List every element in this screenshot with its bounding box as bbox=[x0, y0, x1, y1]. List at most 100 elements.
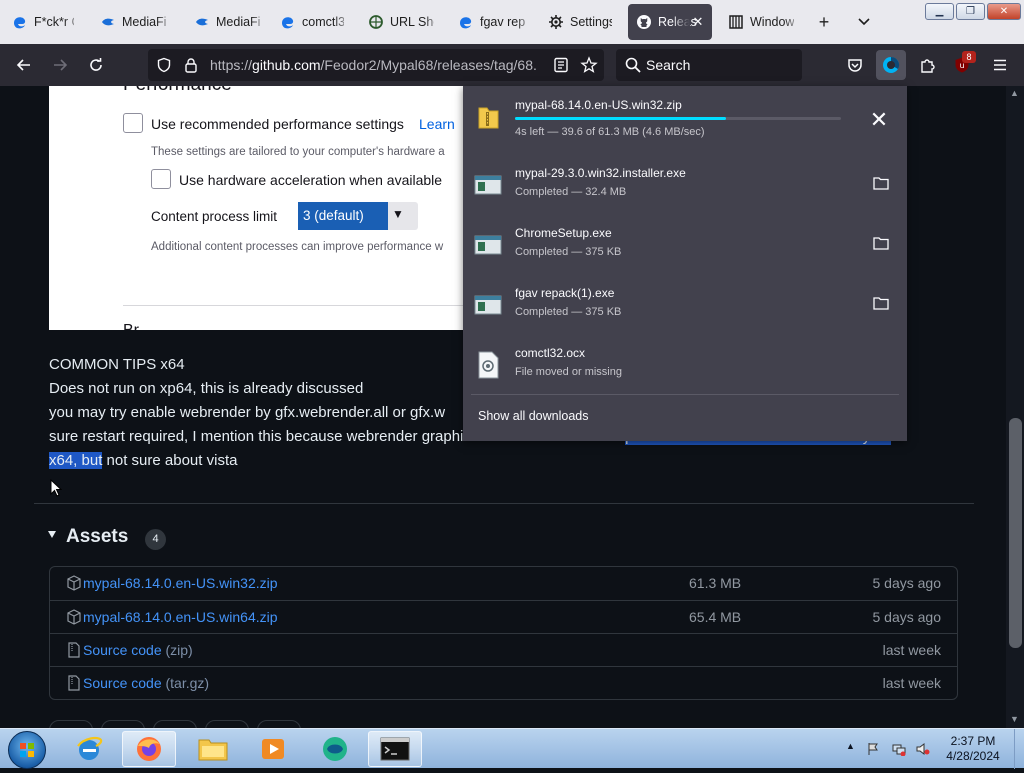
url-scheme: https:// bbox=[210, 57, 253, 73]
new-tab-button[interactable]: + bbox=[812, 10, 836, 34]
minimize-button[interactable]: ▁ bbox=[925, 3, 954, 20]
list-all-tabs-button[interactable] bbox=[852, 10, 876, 34]
content-process-label: Content process limit bbox=[151, 209, 278, 224]
start-button[interactable] bbox=[8, 731, 46, 769]
downloads-button[interactable] bbox=[876, 50, 906, 80]
scroll-up-icon[interactable]: ▲ bbox=[1010, 88, 1019, 98]
pocket-icon bbox=[848, 59, 862, 72]
close-window-button[interactable]: ✕ bbox=[987, 3, 1021, 20]
url-host: github.com bbox=[252, 57, 321, 73]
asset-link[interactable]: mypal-68.14.0.en-US.win64.zip bbox=[83, 609, 278, 625]
minimize-icon: ▁ bbox=[935, 6, 944, 17]
reaction-button[interactable] bbox=[49, 720, 93, 728]
shield-icon[interactable] bbox=[156, 57, 172, 73]
additional-note: Additional content processes can improve… bbox=[151, 241, 444, 253]
internet-explorer-icon bbox=[77, 736, 103, 760]
taskbar-media-player[interactable] bbox=[246, 731, 300, 767]
tray-expand-icon[interactable]: ▲ bbox=[846, 741, 855, 751]
file-zip-icon bbox=[68, 642, 80, 658]
download-item[interactable]: mypal-29.3.0.win32.installer.exe Complet… bbox=[463, 154, 907, 214]
folder-icon[interactable] bbox=[873, 236, 889, 250]
download-item[interactable]: ChromeSetup.exe Completed — 375 KB bbox=[463, 214, 907, 274]
app-menu-button[interactable] bbox=[988, 53, 1012, 77]
asset-name[interactable]: Source code bbox=[83, 642, 162, 658]
reaction-button[interactable] bbox=[153, 720, 197, 728]
folder-icon[interactable] bbox=[873, 176, 889, 190]
taskbar-firefox[interactable] bbox=[122, 731, 176, 767]
asset-name[interactable]: mypal-68.14.0.en-US.win32.zip bbox=[83, 575, 278, 591]
download-item[interactable]: comctl32.ocx File moved or missing bbox=[463, 334, 907, 394]
tab-6[interactable]: fgav rep bbox=[450, 4, 534, 40]
performance-heading: Performance bbox=[123, 86, 232, 96]
firefox-icon bbox=[137, 737, 161, 761]
reader-view-icon[interactable] bbox=[553, 57, 569, 73]
restore-icon: ❐ bbox=[966, 6, 975, 17]
asset-name[interactable]: mypal-68.14.0.en-US.win64.zip bbox=[83, 609, 278, 625]
search-bar[interactable]: Search bbox=[616, 49, 802, 81]
tab-3[interactable]: MediaFir bbox=[186, 4, 268, 40]
taskbar-cmd[interactable] bbox=[368, 731, 422, 767]
tab-5[interactable]: URL Sho bbox=[360, 4, 442, 40]
scroll-down-icon[interactable]: ▼ bbox=[1010, 714, 1019, 724]
collapse-triangle-icon[interactable] bbox=[48, 531, 56, 538]
asset-row: mypal-68.14.0.en-US.win32.zip 61.3 MB 5 … bbox=[50, 567, 957, 600]
reaction-button[interactable] bbox=[257, 720, 301, 728]
system-clock[interactable]: 2:37 PM 4/28/2024 bbox=[938, 734, 1008, 764]
extensions-button[interactable] bbox=[916, 53, 940, 77]
network-icon[interactable] bbox=[892, 742, 906, 756]
action-center-flag-icon[interactable] bbox=[866, 742, 880, 756]
tab-releases[interactable]: Releas ✕ bbox=[628, 4, 712, 40]
reaction-button[interactable] bbox=[101, 720, 145, 728]
tab-2[interactable]: MediaFi bbox=[92, 4, 174, 40]
asset-link[interactable]: Source code (zip) bbox=[83, 642, 193, 658]
forward-button[interactable] bbox=[48, 53, 72, 77]
url-path: /Feodor2/Mypal68/releases/tag/68. bbox=[320, 57, 537, 73]
volume-muted-icon[interactable] bbox=[916, 742, 930, 756]
back-button[interactable] bbox=[12, 53, 36, 77]
zip-folder-icon bbox=[478, 107, 499, 129]
search-icon bbox=[625, 57, 641, 73]
asset-link[interactable]: Source code (tar.gz) bbox=[83, 675, 209, 691]
url-bar[interactable]: https://github.com/Feodor2/Mypal68/relea… bbox=[148, 49, 604, 81]
plus-icon: + bbox=[818, 11, 830, 32]
asset-size: 65.4 MB bbox=[689, 609, 742, 625]
reload-button[interactable] bbox=[84, 53, 108, 77]
asset-format[interactable]: (zip) bbox=[162, 642, 192, 658]
restore-button[interactable]: ❐ bbox=[956, 3, 985, 20]
bookmark-star-icon[interactable] bbox=[580, 56, 598, 74]
asset-format[interactable]: (tar.gz) bbox=[162, 675, 209, 691]
download-progress-fill bbox=[515, 117, 726, 120]
exe-file-icon bbox=[474, 235, 502, 255]
mouse-cursor-icon bbox=[50, 479, 62, 497]
mediafire-icon bbox=[100, 14, 116, 30]
cancel-download-button[interactable]: ✕ bbox=[867, 107, 891, 132]
taskbar-explorer[interactable] bbox=[186, 731, 240, 767]
close-tab-icon[interactable]: ✕ bbox=[690, 14, 706, 30]
tab-4[interactable]: comctl3 bbox=[272, 4, 352, 40]
asset-link[interactable]: mypal-68.14.0.en-US.win32.zip bbox=[83, 575, 278, 591]
lock-icon[interactable] bbox=[184, 57, 198, 73]
show-all-downloads-button[interactable]: Show all downloads bbox=[478, 409, 589, 423]
tab-9[interactable]: Window bbox=[720, 4, 802, 40]
selected-text: x64, but bbox=[49, 452, 103, 469]
asset-date: last week bbox=[882, 642, 941, 658]
download-item[interactable]: mypal-68.14.0.en-US.win32.zip 4s left — … bbox=[463, 86, 907, 146]
tab-settings[interactable]: Settings bbox=[540, 4, 620, 40]
folder-icon[interactable] bbox=[873, 296, 889, 310]
taskbar-app[interactable] bbox=[308, 731, 362, 767]
show-desktop-button[interactable] bbox=[1014, 729, 1024, 769]
reaction-button[interactable] bbox=[205, 720, 249, 728]
download-progress-bar bbox=[515, 117, 841, 120]
taskbar-ie[interactable] bbox=[62, 731, 116, 767]
asset-date: 5 days ago bbox=[872, 609, 942, 625]
url-text[interactable]: https://github.com/Feodor2/Mypal68/relea… bbox=[210, 57, 540, 73]
download-status: Completed — 375 KB bbox=[515, 246, 622, 258]
asset-name[interactable]: Source code bbox=[83, 675, 162, 691]
content-process-value: 3 (default) bbox=[298, 202, 388, 230]
download-item[interactable]: fgav repack(1).exe Completed — 375 KB bbox=[463, 274, 907, 334]
assets-heading[interactable]: Assets bbox=[66, 526, 128, 548]
scrollbar-thumb[interactable] bbox=[1009, 418, 1022, 648]
folder-icon bbox=[198, 739, 228, 761]
tab-1[interactable]: F*ck*r G bbox=[4, 4, 82, 40]
pocket-button[interactable] bbox=[843, 53, 867, 77]
